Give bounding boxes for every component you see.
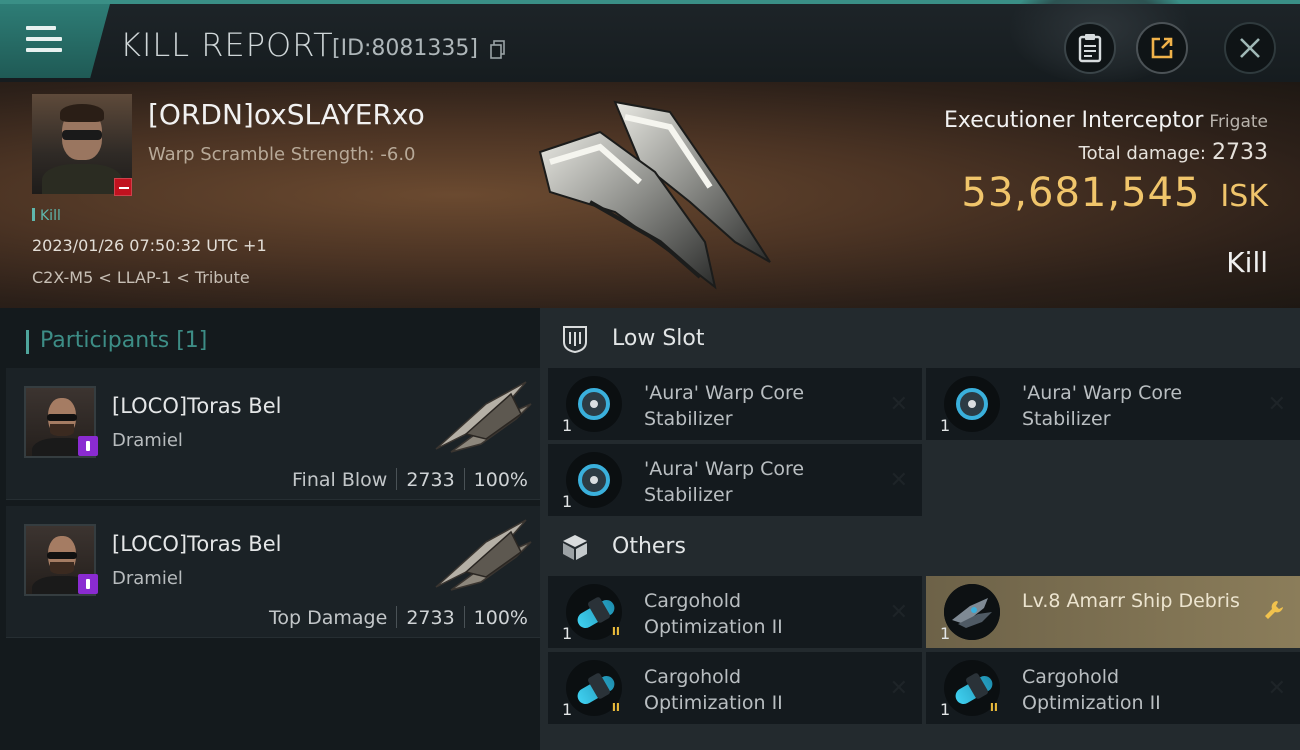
participant-ship: Dramiel [112, 568, 183, 589]
hamburger-menu-icon [26, 26, 62, 54]
participant-damage: 2733 [406, 469, 455, 491]
ship-class: Frigate [1209, 112, 1268, 132]
destroyed-icon: ✕ [889, 392, 908, 417]
victim-ship-name[interactable]: Executioner Interceptor Frigate [944, 108, 1268, 133]
victim-ship-image[interactable] [520, 92, 790, 292]
copy-icon[interactable] [490, 40, 506, 60]
module-slot[interactable]: 1 'Aura' Warp Core Stabilizer ✕ [926, 368, 1300, 440]
item-quantity: 1 [940, 700, 951, 719]
module-slot[interactable]: 1 'Aura' Warp Core Stabilizer ✕ [548, 368, 922, 440]
participant-damage: 2733 [406, 607, 455, 629]
kill-result: Kill [1226, 246, 1268, 279]
item-name: Cargohold Optimization II [644, 666, 783, 714]
tier-label: II [611, 625, 620, 638]
item-name: 'Aura' Warp Core Stabilizer [644, 458, 805, 506]
total-damage: Total damage: 2733 [1079, 140, 1268, 165]
participant-card[interactable]: [LOCO]Toras Bel Dramiel Top Damage 2733 10… [6, 506, 540, 638]
participant-stats: Final Blow 2733 100% [292, 468, 528, 491]
tier-label: II [611, 701, 620, 714]
isk-unit: ISK [1220, 179, 1268, 214]
item-name: 'Aura' Warp Core Stabilizer [644, 382, 805, 430]
destroyed-icon: ✕ [889, 468, 908, 493]
destroyed-icon: ✕ [889, 600, 908, 625]
module-slot-highlighted[interactable]: 1 Lv.8 Amarr Ship Debris [926, 576, 1300, 648]
share-button[interactable] [1136, 22, 1188, 74]
close-icon [1240, 38, 1260, 58]
participant-name[interactable]: [LOCO]Toras Bel [112, 532, 281, 556]
cargohold-optimization-icon: II [566, 660, 622, 716]
cargohold-optimization-icon: II [944, 660, 1000, 716]
low-slot-title: Low Slot [612, 326, 705, 351]
destroyed-icon: ✕ [1267, 676, 1286, 701]
item-quantity: 1 [562, 492, 573, 511]
close-button[interactable] [1224, 22, 1276, 74]
item-quantity: 1 [562, 624, 573, 643]
warp-core-stabilizer-icon [944, 376, 1000, 432]
item-quantity: 1 [562, 700, 573, 719]
report-id: [ID:8081335] [332, 36, 478, 61]
kill-location: C2X-M5 < LLAP-1 < Tribute [32, 268, 250, 287]
corp-badge-icon [78, 436, 98, 456]
destroyed-icon: ✕ [889, 676, 908, 701]
warp-core-stabilizer-icon [566, 376, 622, 432]
participants-header: Participants [1] [26, 328, 208, 354]
cargohold-optimization-icon: II [566, 584, 622, 640]
participant-name[interactable]: [LOCO]Toras Bel [112, 394, 281, 418]
participant-percent: 100% [473, 469, 528, 491]
item-quantity: 1 [562, 416, 573, 435]
item-name: Cargohold Optimization II [644, 590, 783, 638]
total-damage-value: 2733 [1212, 140, 1268, 165]
clipboard-button[interactable] [1064, 22, 1116, 74]
module-slot[interactable]: II 1 Cargohold Optimization II ✕ [548, 652, 922, 724]
participant-ship-image [435, 519, 532, 591]
tier-label: II [989, 701, 998, 714]
cargo-box-icon [563, 535, 587, 560]
page-title: KILL REPORT [120, 26, 334, 64]
others-title: Others [612, 534, 686, 559]
low-slot-icon [563, 326, 587, 354]
destroyed-icon: ✕ [1267, 392, 1286, 417]
participant-role: Top Damage [269, 607, 388, 629]
item-name: Cargohold Optimization II [1022, 666, 1161, 714]
kill-tag: Kill [32, 208, 61, 224]
fitting-panel: Low Slot 1 'Aura' Warp Core Stabilizer ✕… [540, 308, 1300, 750]
ship-debris-icon [944, 584, 1000, 640]
item-name: Lv.8 Amarr Ship Debris [1022, 590, 1240, 612]
victim-name[interactable]: [ORDN]oxSLAYERxo [148, 98, 425, 131]
participant-ship-image [435, 381, 532, 453]
participant-stats: Top Damage 2733 100% [269, 606, 528, 629]
total-damage-label: Total damage: [1078, 143, 1206, 164]
item-quantity: 1 [940, 624, 951, 643]
participant-card[interactable]: [LOCO]Toras Bel Dramiel Final Blow 2733 10… [6, 368, 540, 500]
warp-core-stabilizer-icon [566, 452, 622, 508]
ship-name-text: Executioner Interceptor [943, 108, 1204, 133]
participant-ship: Dramiel [112, 430, 183, 451]
menu-button[interactable] [0, 4, 110, 78]
wrench-icon[interactable] [1262, 598, 1286, 622]
isk-amount: 53,681,545 [961, 170, 1201, 216]
participants-header-text: Participants [1] [40, 328, 208, 353]
warp-scramble-strength: Warp Scramble Strength: -6.0 [148, 144, 416, 165]
item-quantity: 1 [940, 416, 951, 435]
negative-status-icon [114, 178, 132, 196]
share-icon [1151, 37, 1173, 59]
isk-value: 53,681,545 ISK [961, 170, 1268, 216]
participant-role: Final Blow [292, 469, 388, 491]
module-slot[interactable]: II 1 Cargohold Optimization II ✕ [548, 576, 922, 648]
participants-panel: Participants [1] [LOCO]Toras Bel Dramiel… [0, 308, 540, 750]
participant-percent: 100% [473, 607, 528, 629]
clipboard-icon [1078, 34, 1102, 63]
title-bar: KILL REPORT [ID:8081335] [0, 0, 1300, 84]
corp-badge-icon [78, 574, 98, 594]
module-slot[interactable]: II 1 Cargohold Optimization II ✕ [926, 652, 1300, 724]
kill-datetime: 2023/01/26 07:50:32 UTC +1 [32, 236, 267, 255]
item-name: 'Aura' Warp Core Stabilizer [1022, 382, 1183, 430]
module-slot[interactable]: 1 'Aura' Warp Core Stabilizer ✕ [548, 444, 922, 516]
